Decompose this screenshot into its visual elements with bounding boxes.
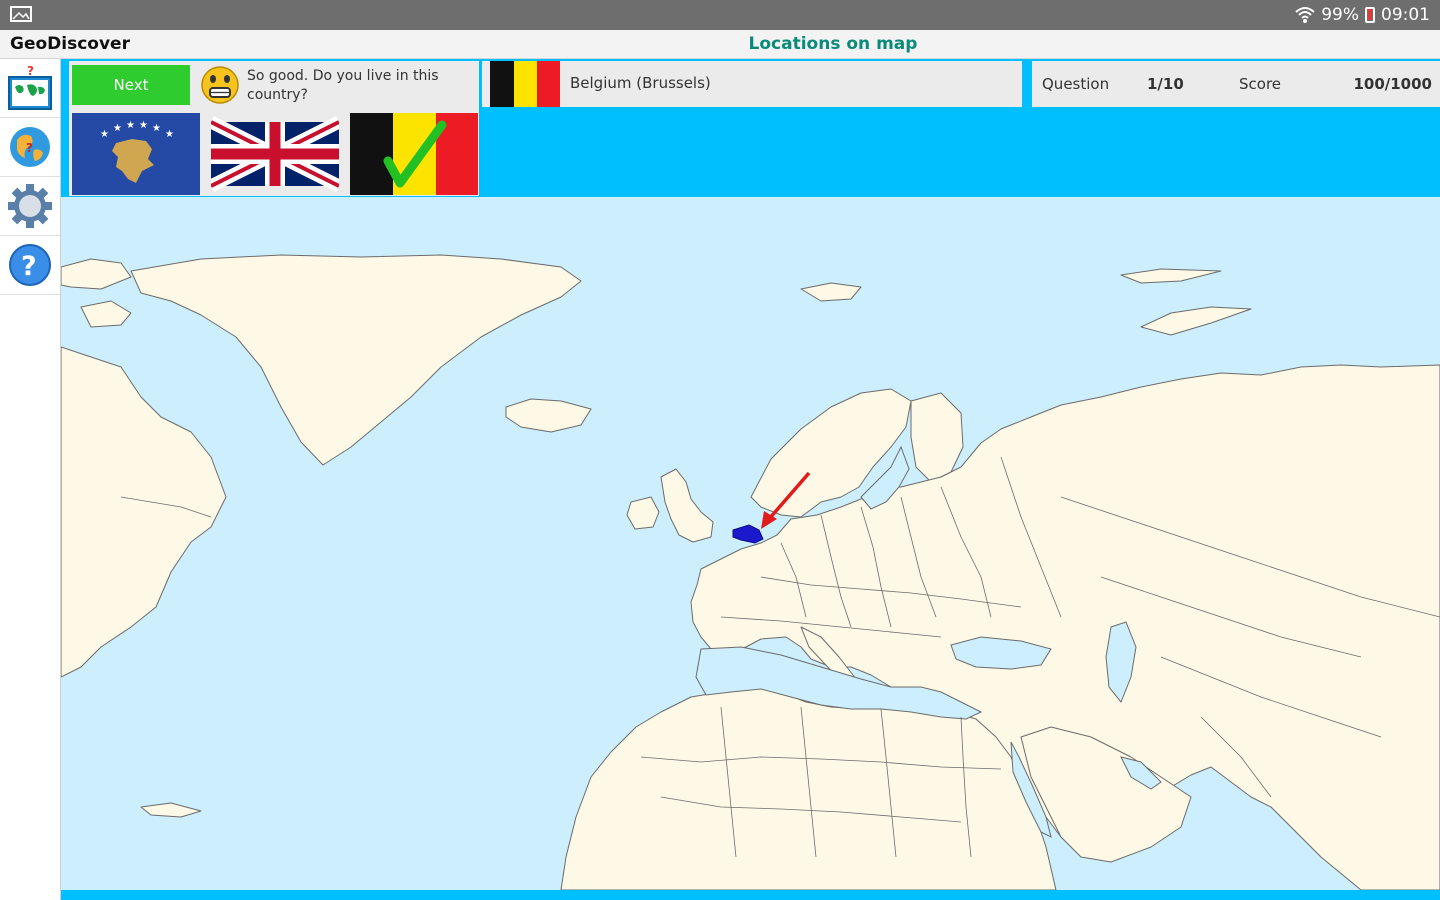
sidebar-item-globe[interactable]: ?	[0, 118, 60, 177]
svg-text:?: ?	[21, 251, 37, 282]
finland	[910, 392, 964, 483]
flag-option-belgium[interactable]	[350, 113, 478, 195]
app-bar: GeoDiscover Locations on map	[0, 30, 1440, 59]
iceland	[505, 398, 592, 433]
help-icon: ?	[9, 244, 51, 286]
flag-option-kosovo[interactable]: ★ ★ ★ ★ ★ ★	[72, 113, 200, 195]
map-quiz-icon: ?	[8, 64, 52, 110]
battery-icon	[1365, 7, 1375, 23]
arctic-island-1	[61, 258, 132, 290]
quiz-panel: Next So good. Do you live in this countr…	[69, 61, 479, 196]
svg-text:★: ★	[139, 120, 148, 131]
gallery-notification-icon	[10, 6, 32, 22]
world-map-svg	[61, 254, 1440, 890]
bottom-strip	[61, 890, 1440, 900]
quiz-area: Next So good. Do you live in this countr…	[61, 59, 1440, 900]
north-america	[61, 346, 227, 678]
status-icons: 99% 09:01	[1295, 5, 1430, 25]
svalbard	[800, 282, 862, 302]
ireland	[626, 496, 660, 530]
novaya-zemlya	[1140, 306, 1252, 336]
screen-title: Locations on map	[748, 34, 918, 54]
svg-text:★: ★	[126, 120, 135, 131]
battery-percent: 99%	[1321, 5, 1359, 25]
sidebar-item-map-quiz[interactable]: ?	[0, 59, 60, 118]
svg-text:?: ?	[26, 141, 33, 155]
globe-icon: ?	[10, 127, 50, 167]
flag-option-united-kingdom[interactable]	[211, 113, 339, 195]
feedback-message: So good. Do you live in this country?	[247, 68, 439, 103]
answer-panel: Belgium (Brussels)	[482, 61, 1022, 107]
arctic-island-2	[80, 300, 132, 328]
sidebar: ? ? ?	[0, 59, 61, 900]
svg-text:★: ★	[165, 129, 174, 140]
gear-icon	[8, 184, 52, 228]
svg-text:★: ★	[152, 123, 161, 134]
grinning-face-icon	[201, 66, 239, 104]
status-bar: 99% 09:01	[0, 0, 1440, 30]
greenland	[130, 254, 582, 466]
question-value: 1/10	[1147, 75, 1184, 93]
united-kingdom-flag	[211, 113, 339, 195]
arctic-island-3	[1120, 268, 1222, 284]
next-button[interactable]: Next	[72, 65, 190, 105]
stats-panel: Question 1/10 Score 100/1000	[1027, 61, 1440, 107]
great-britain	[660, 468, 714, 543]
answer-country: Belgium (Brussels)	[570, 74, 711, 92]
wifi-icon	[1295, 7, 1315, 23]
sidebar-item-settings[interactable]	[0, 177, 60, 236]
kosovo-flag: ★ ★ ★ ★ ★ ★	[72, 113, 200, 195]
sidebar-item-help[interactable]: ?	[0, 236, 60, 295]
clock: 09:01	[1381, 5, 1430, 25]
answer-belgium-flag	[490, 61, 560, 107]
belgium-highlight	[732, 524, 764, 544]
svg-text:★: ★	[100, 129, 109, 140]
correct-check-icon	[383, 120, 447, 188]
svg-text:★: ★	[113, 123, 122, 134]
question-label: Question	[1042, 75, 1110, 93]
score-label: Score	[1239, 75, 1282, 93]
cuba	[140, 802, 202, 818]
world-map[interactable]	[61, 197, 1440, 890]
svg-text:?: ?	[27, 64, 34, 78]
score-value: 100/1000	[1353, 75, 1432, 93]
